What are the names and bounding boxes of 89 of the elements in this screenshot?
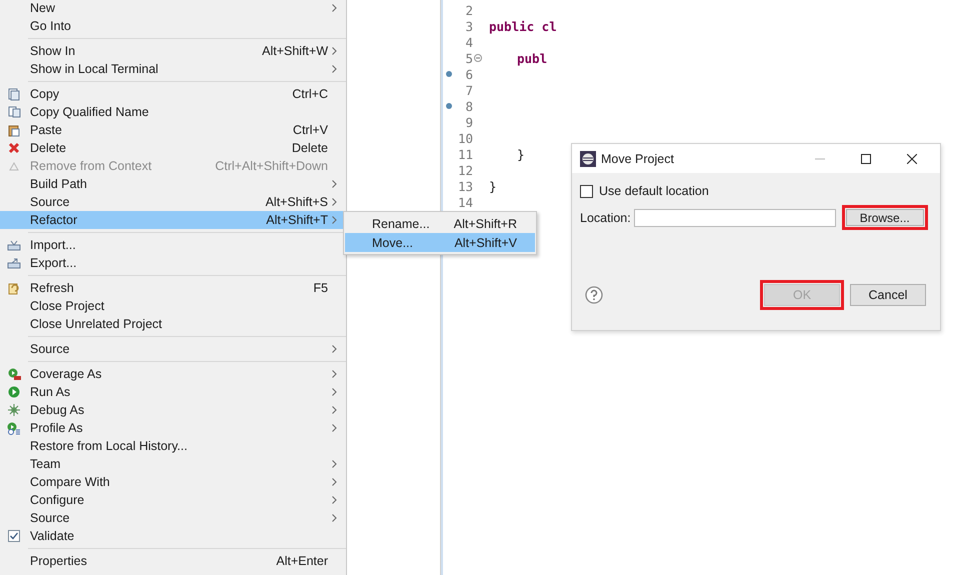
chevron-right-icon [332,370,337,378]
menu-item[interactable]: Configure [0,491,346,509]
menu-item[interactable]: Source [0,509,346,527]
chevron-right-icon [332,216,337,224]
menu-item[interactable]: Copy Qualified Name [0,103,346,121]
menu-item[interactable]: Refactor Alt+Shift+T [0,211,346,229]
menu-item[interactable]: Close Project [0,297,346,315]
menu-item[interactable]: Compare With [0,473,346,491]
import-icon [7,240,21,250]
location-field[interactable] [634,208,836,226]
export-icon [7,258,21,268]
maximize-icon[interactable] [861,154,871,164]
profile-icon [7,422,21,434]
menu-item[interactable]: Run As [0,383,346,401]
menu-item[interactable]: Show in Local Terminal [0,60,346,78]
menu-item[interactable]: Rename... Alt+Shift+R [345,214,535,233]
menu-item[interactable]: Paste Ctrl+V [0,121,346,139]
browse-button[interactable]: Browse... [846,209,924,226]
line-number: 5 [464,50,473,66]
line-number: 14 [456,194,473,210]
line-number: 7 [464,82,473,98]
close-icon[interactable] [907,154,917,164]
menu-item[interactable]: New [0,0,346,17]
menu-item[interactable]: Delete Delete [0,139,346,157]
menu-item[interactable]: Build Path [0,175,346,193]
chevron-right-icon [332,65,337,73]
delete-icon [8,142,20,154]
line-number: 2 [464,2,473,18]
chevron-right-icon [332,460,337,468]
chevron-right-icon [332,514,337,522]
code-text: } [489,178,497,194]
chevron-right-icon [332,47,337,55]
menu-item[interactable]: Copy Ctrl+C [0,85,346,103]
chevron-right-icon [332,198,337,206]
menu-item[interactable]: Source [0,340,346,358]
chevron-right-icon [332,496,337,504]
checkbox[interactable] [580,184,593,198]
menu-item[interactable]: Close Unrelated Project [0,315,346,333]
line-number: 10 [456,130,473,146]
menu-item[interactable]: Coverage As [0,365,346,383]
marker-dot-icon [446,71,452,77]
line-number: 8 [464,98,473,114]
checkbox-icon [8,530,20,542]
line-number: 13 [456,178,473,194]
chevron-right-icon [332,4,337,12]
bug-icon [8,404,20,416]
run-icon [8,386,20,398]
remove-icon [8,160,20,172]
menu-item[interactable]: Go Into [0,17,346,35]
field-label: Location: [580,210,631,224]
chevron-right-icon [332,388,337,396]
menu-item[interactable]: Profile As [0,419,346,437]
menu-item[interactable]: Source Alt+Shift+S [0,193,346,211]
menu-item[interactable]: Properties Alt+Enter [0,552,346,570]
chevron-right-icon [332,345,337,353]
chevron-right-icon [332,478,337,486]
line-number: 4 [464,34,473,50]
menu-item[interactable]: Refresh F5 [0,279,346,297]
code-text: public cl [489,18,557,34]
copy-icon [8,106,20,118]
window-title: Move Project [601,152,675,166]
collapse-icon [474,54,482,62]
chevron-right-icon [332,424,337,432]
marker-dot-icon [446,103,452,109]
clipboard-icon [8,124,20,136]
cancel-button[interactable]: Cancel [850,284,926,306]
menu-item[interactable]: Team [0,455,346,473]
menu-item[interactable]: Validate [0,527,346,545]
coverage-icon [8,368,20,380]
menu-item[interactable]: Move... Alt+Shift+V [345,233,535,252]
refresh-icon [8,282,20,294]
menu-item[interactable]: Show In Alt+Shift+W [0,42,346,60]
menu-item[interactable]: Import... [0,236,346,254]
chevron-right-icon [332,180,337,188]
menu-item[interactable]: Debug As [0,401,346,419]
menu-item[interactable]: Export... [0,254,346,272]
help-icon[interactable] [585,286,603,304]
line-number: 9 [464,114,473,130]
line-number: 3 [464,18,473,34]
checkbox-label: Use default location [599,184,709,198]
line-number: 12 [456,162,473,178]
copy-icon [8,88,20,100]
menu-item[interactable]: Restore from Local History... [0,437,346,455]
app-icon [580,150,596,166]
line-number: 11 [456,146,473,162]
chevron-right-icon [332,406,337,414]
code-text: } [517,146,525,162]
code-text: publ [517,50,548,66]
line-number: 6 [464,66,473,82]
